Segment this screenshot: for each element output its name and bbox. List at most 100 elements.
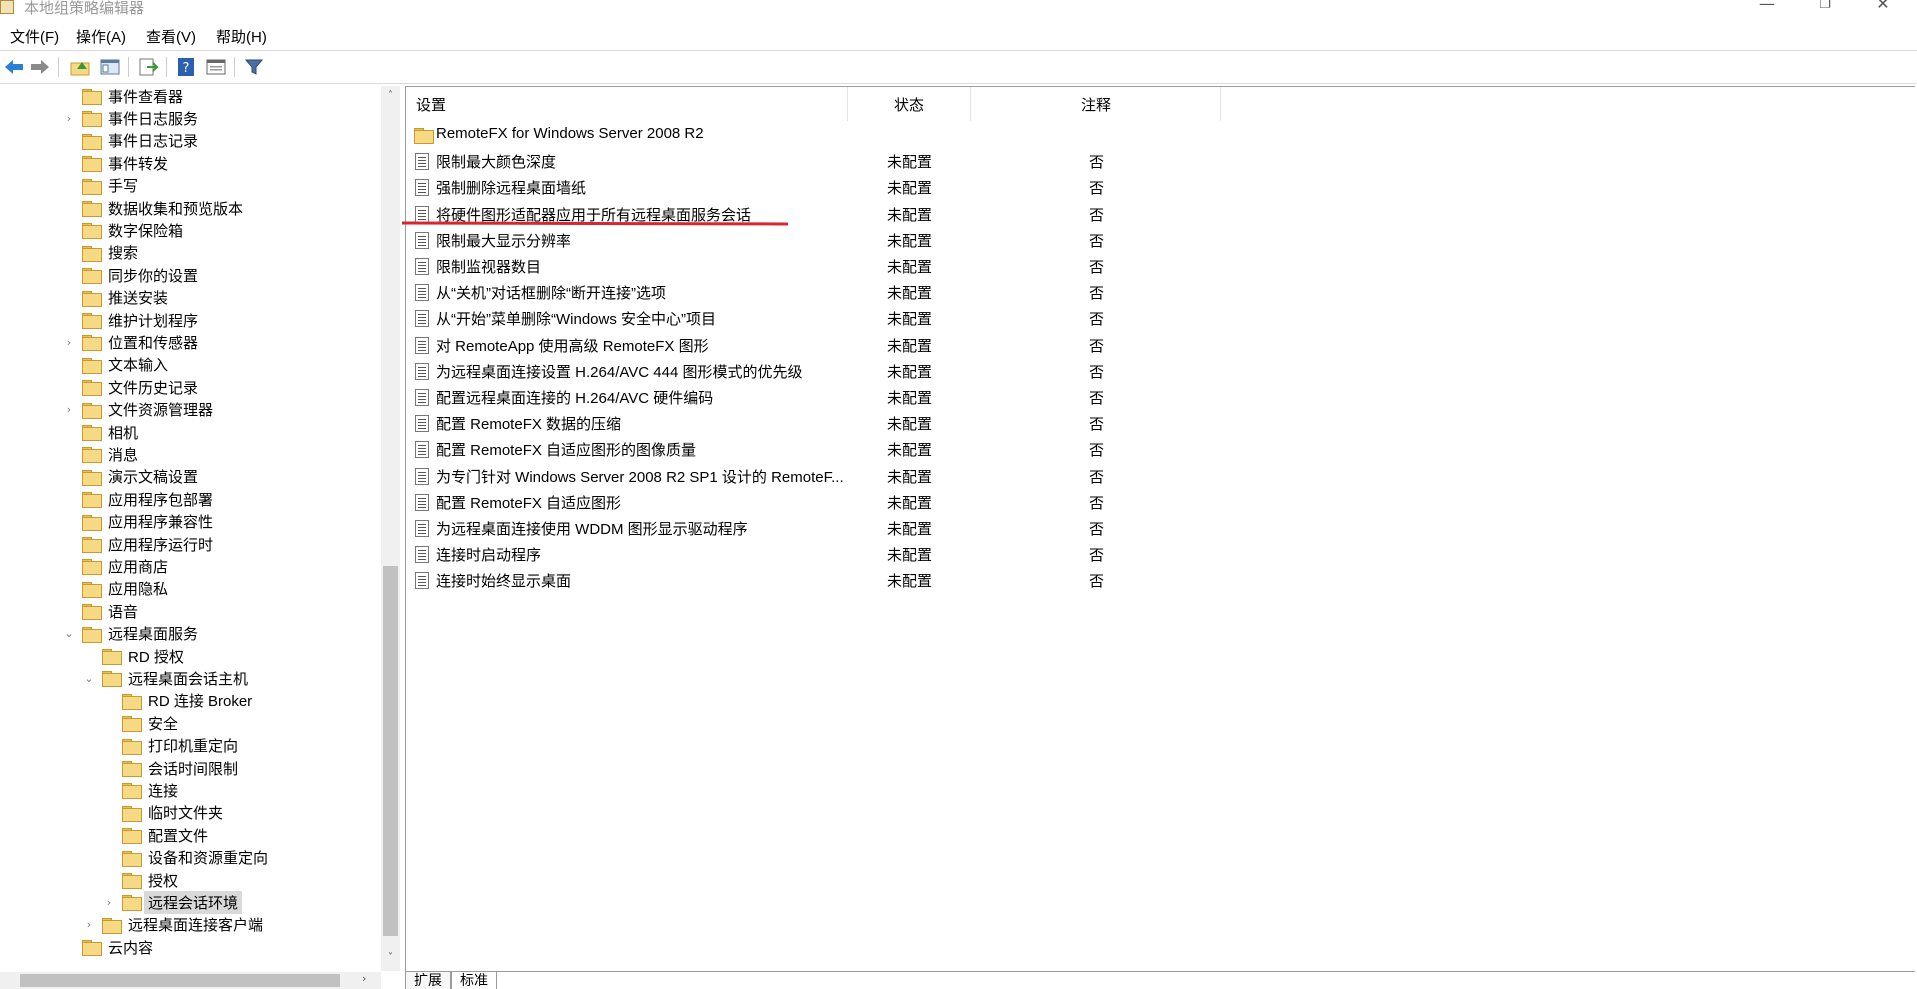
tab-standard[interactable]: 标准: [451, 972, 497, 989]
folder-icon: [122, 761, 142, 777]
tree-item[interactable]: 事件转发: [62, 152, 168, 174]
tree-item[interactable]: 安全: [102, 712, 178, 734]
tree-item[interactable]: › 事件日志服务: [62, 107, 198, 129]
tree-item[interactable]: 打印机重定向: [102, 735, 238, 757]
policy-row[interactable]: 配置远程桌面连接的 H.264/AVC 硬件编码 未配置 否: [406, 384, 1306, 410]
tree-item[interactable]: 云内容: [62, 936, 153, 958]
folder-icon: [82, 425, 102, 441]
tree-item[interactable]: 语音: [62, 600, 138, 622]
tree-item[interactable]: › 远程桌面连接客户端: [82, 914, 263, 936]
tree-item[interactable]: 维护计划程序: [62, 309, 198, 331]
policy-row[interactable]: 从“开始”菜单删除“Windows 安全中心”项目 未配置 否: [406, 305, 1306, 331]
tree-expander-icon[interactable]: ⌄: [82, 672, 96, 685]
policy-row[interactable]: 配置 RemoteFX 自适应图形 未配置 否: [406, 489, 1306, 515]
tree-expander-icon[interactable]: ⌄: [62, 627, 76, 640]
tree-item[interactable]: 文本输入: [62, 354, 168, 376]
tree-expander-icon[interactable]: ›: [82, 918, 96, 931]
tree-item[interactable]: 配置文件: [102, 824, 208, 846]
tree-item[interactable]: 文件历史记录: [62, 376, 198, 398]
menu-action[interactable]: 操作(A): [76, 26, 126, 47]
tree-item[interactable]: 同步你的设置: [62, 264, 198, 286]
menu-help[interactable]: 帮助(H): [216, 26, 267, 47]
minimize-button[interactable]: —: [1737, 0, 1797, 16]
tree-item[interactable]: 应用隐私: [62, 578, 168, 600]
column-header-state[interactable]: 状态: [894, 87, 954, 121]
policy-row[interactable]: 连接时启动程序 未配置 否: [406, 541, 1306, 567]
maximize-button[interactable]: ❐: [1795, 0, 1855, 19]
tree-item[interactable]: › 远程会话环境: [102, 890, 243, 914]
tree-item[interactable]: 演示文稿设置: [62, 466, 198, 488]
tab-extended[interactable]: 扩展: [405, 972, 451, 989]
policy-row[interactable]: 配置 RemoteFX 自适应图形的图像质量 未配置 否: [406, 436, 1306, 462]
back-icon[interactable]: [2, 55, 26, 79]
policy-row[interactable]: 限制最大显示分辨率 未配置 否: [406, 227, 1306, 253]
policy-row[interactable]: 为远程桌面连接使用 WDDM 图形显示驱动程序 未配置 否: [406, 515, 1306, 541]
tree-item[interactable]: 应用程序兼容性: [62, 511, 213, 533]
tree-item[interactable]: 应用程序运行时: [62, 533, 213, 555]
folder-icon: [414, 128, 434, 144]
tree-item[interactable]: 推送安装: [62, 287, 168, 309]
scroll-down-icon[interactable]: ˅: [381, 952, 400, 969]
policy-row[interactable]: 为专门针对 Windows Server 2008 R2 SP1 设计的 Rem…: [406, 463, 1306, 489]
tree-expander-icon[interactable]: ›: [62, 112, 76, 125]
list-folder-row[interactable]: RemoteFX for Windows Server 2008 R2: [406, 122, 1306, 148]
setting-comment: 否: [1089, 180, 1105, 198]
folder-icon: [82, 537, 102, 553]
tree-expander-icon[interactable]: ›: [62, 336, 76, 349]
tree-item[interactable]: › 文件资源管理器: [62, 399, 213, 421]
scroll-thumb[interactable]: [383, 566, 398, 936]
tree-item[interactable]: 连接: [102, 779, 178, 801]
setting-state: 未配置: [887, 547, 933, 565]
tree-item[interactable]: ⌄ 远程桌面服务: [62, 623, 198, 645]
tree-item[interactable]: 授权: [102, 869, 178, 891]
tree-item[interactable]: 相机: [62, 421, 138, 443]
policy-row[interactable]: 从“关机”对话框删除“断开连接”选项 未配置 否: [406, 279, 1306, 305]
folder-icon: [82, 268, 102, 285]
tree-item[interactable]: ⌄ 远程桌面会话主机: [82, 667, 248, 689]
tree-expander-icon[interactable]: ›: [102, 896, 116, 909]
policy-row[interactable]: 对 RemoteApp 使用高级 RemoteFX 图形 未配置 否: [406, 332, 1306, 358]
scroll-up-icon[interactable]: ˄: [381, 90, 400, 107]
close-button[interactable]: ✕: [1853, 0, 1913, 16]
policy-row[interactable]: 配置 RemoteFX 数据的压缩 未配置 否: [406, 410, 1306, 436]
setting-name: 为远程桌面连接设置 H.264/AVC 444 图形模式的优先级: [436, 363, 803, 381]
column-header-setting[interactable]: 设置: [416, 87, 716, 121]
tree-item[interactable]: 设备和资源重定向: [102, 847, 268, 869]
setting-comment: 否: [1089, 311, 1105, 329]
setting-name: 对 RemoteApp 使用高级 RemoteFX 图形: [436, 337, 709, 355]
scroll-right-icon[interactable]: ›: [362, 972, 366, 985]
menu-file[interactable]: 文件(F): [10, 26, 59, 47]
tree-item[interactable]: 事件查看器: [62, 86, 183, 107]
show-hide-tree-icon[interactable]: [98, 55, 122, 79]
tree-item[interactable]: RD 连接 Broker: [102, 690, 252, 712]
policy-row[interactable]: 连接时始终显示桌面 未配置 否: [406, 567, 1306, 593]
properties-icon[interactable]: [204, 55, 228, 79]
tree-item[interactable]: 搜索: [62, 242, 138, 264]
tree-item[interactable]: 数字保险箱: [62, 219, 183, 241]
filter-icon[interactable]: [242, 55, 266, 79]
tree-item[interactable]: 应用商店: [62, 555, 168, 577]
help-icon[interactable]: ?: [174, 55, 198, 79]
tree-item[interactable]: 事件日志记录: [62, 130, 198, 152]
forward-icon[interactable]: [28, 55, 52, 79]
tree-item[interactable]: 数据收集和预览版本: [62, 197, 243, 219]
tree-item[interactable]: 手写: [62, 175, 138, 197]
tree-horizontal-scrollbar[interactable]: ›: [0, 972, 381, 989]
menu-view[interactable]: 查看(V): [146, 26, 196, 47]
export-list-icon[interactable]: [136, 55, 160, 79]
up-folder-icon[interactable]: [68, 55, 92, 79]
tree-item[interactable]: › 位置和传感器: [62, 331, 198, 353]
hscroll-thumb[interactable]: [20, 974, 340, 987]
tree-item[interactable]: 会话时间限制: [102, 757, 238, 779]
policy-row[interactable]: 强制删除远程桌面墙纸 未配置 否: [406, 174, 1306, 200]
column-header-comment[interactable]: 注释: [1081, 87, 1141, 121]
policy-row[interactable]: 限制监视器数目 未配置 否: [406, 253, 1306, 279]
tree-item[interactable]: 消息: [62, 443, 138, 465]
tree-item[interactable]: 应用程序包部署: [62, 488, 213, 510]
tree-item[interactable]: 临时文件夹: [102, 802, 223, 824]
tree-item[interactable]: RD 授权: [82, 645, 184, 667]
policy-row[interactable]: 限制最大颜色深度 未配置 否: [406, 148, 1306, 174]
tree-expander-icon[interactable]: ›: [62, 403, 76, 416]
policy-row[interactable]: 为远程桌面连接设置 H.264/AVC 444 图形模式的优先级 未配置 否: [406, 358, 1306, 384]
tree-vertical-scrollbar[interactable]: ˄ ˅: [381, 86, 400, 971]
